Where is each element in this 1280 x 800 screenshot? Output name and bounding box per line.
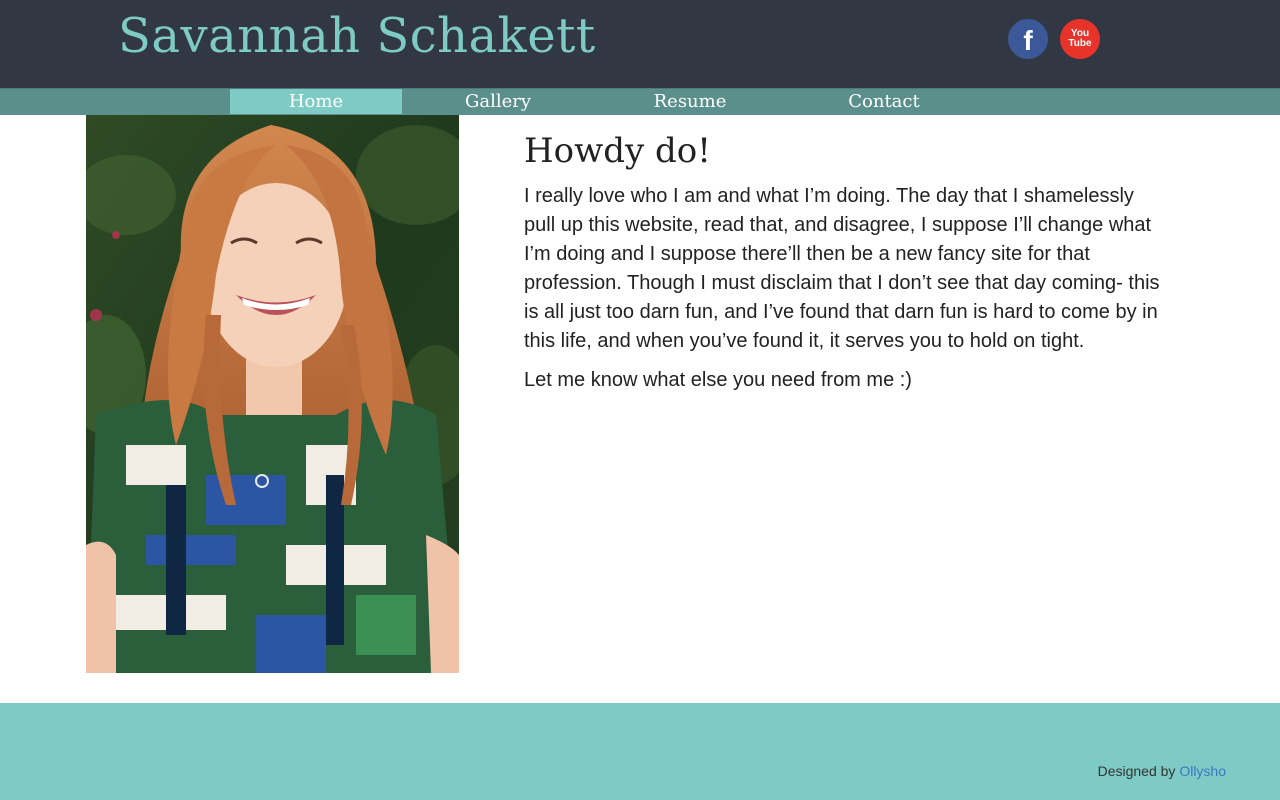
nav-item-resume[interactable]: Resume	[604, 89, 776, 114]
footer-credit: Designed by Ollysho	[1098, 763, 1226, 779]
main-content: Howdy do! I really love who I am and wha…	[524, 128, 1164, 405]
main-nav: Home Gallery Resume Contact	[0, 88, 1280, 115]
nav-item-contact[interactable]: Contact	[798, 89, 970, 114]
page-heading: Howdy do!	[524, 131, 711, 171]
site-title[interactable]: Savannah Schakett	[118, 4, 596, 68]
credit-link[interactable]: Ollysho	[1179, 763, 1226, 779]
facebook-icon[interactable]: f	[1008, 19, 1048, 59]
youtube-glyph: You Tube	[1068, 28, 1092, 49]
nav-item-gallery[interactable]: Gallery	[412, 89, 584, 114]
closing-paragraph: Let me know what else you need from me :…	[524, 369, 912, 391]
youtube-icon[interactable]: You Tube	[1060, 19, 1100, 59]
facebook-glyph: f	[1023, 25, 1033, 56]
site-footer: Designed by Ollysho	[0, 703, 1280, 800]
profile-photo	[86, 115, 459, 673]
credit-prefix: Designed by	[1097, 763, 1180, 779]
nav-item-home[interactable]: Home	[230, 89, 402, 114]
site-header: Savannah Schakett f You Tube	[0, 0, 1280, 88]
intro-paragraph: I really love who I am and what I’m doin…	[524, 185, 1160, 352]
